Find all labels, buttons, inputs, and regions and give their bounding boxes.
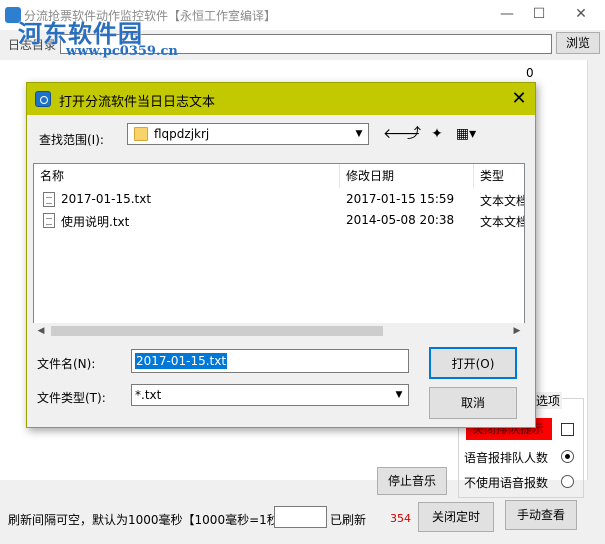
- radio-voice-queue[interactable]: [561, 450, 574, 463]
- text-file-icon: [43, 213, 55, 228]
- log-scrollbar[interactable]: [587, 60, 605, 480]
- dialog-app-icon: [35, 91, 51, 107]
- file-date: 2017-01-15 15:59: [346, 192, 455, 206]
- file-list-hscrollbar[interactable]: ◀ ▶: [33, 323, 525, 339]
- file-row[interactable]: 使用说明.txt 2014-05-08 20:38 文本文档: [34, 211, 525, 231]
- log-dir-input[interactable]: [60, 34, 552, 54]
- chevron-left-icon[interactable]: ◀: [33, 323, 49, 339]
- refresh-count: 354: [390, 512, 411, 525]
- main-window-title: 分流抢票软件动作监控软件【永恒工作室编译】: [24, 9, 277, 23]
- app-icon: [5, 7, 21, 23]
- view-menu-icon[interactable]: ▦▾: [451, 125, 481, 143]
- refresh-interval-label: 刷新间隔可空，默认为1000毫秒【1000毫秒=1秒】: [8, 513, 291, 527]
- file-list[interactable]: 名称 ⌃ 修改日期 类型 2017-01-15.txt 2017-01-15 1…: [33, 163, 525, 339]
- file-row[interactable]: 2017-01-15.txt 2017-01-15 15:59 文本文档: [34, 190, 525, 210]
- chevron-down-icon[interactable]: ▼: [352, 127, 366, 141]
- sort-ascending-icon: ⌃: [182, 163, 191, 171]
- text-file-icon: [43, 192, 55, 207]
- file-type: 文本文档: [480, 194, 525, 208]
- open-button[interactable]: 打开(O): [429, 347, 517, 379]
- browse-button[interactable]: 浏览: [556, 32, 600, 54]
- look-in-value: flqpdzjkrj: [154, 127, 210, 141]
- column-header-type[interactable]: 类型: [474, 164, 524, 188]
- radio-voice-queue-label: 语音报排队人数: [464, 451, 549, 465]
- refreshed-label: 已刷新: [330, 513, 367, 527]
- new-folder-icon[interactable]: ✦: [427, 125, 447, 143]
- file-date: 2014-05-08 20:38: [346, 213, 455, 227]
- radio-no-voice-label: 不使用语音报数: [464, 476, 549, 490]
- file-type: 文本文档: [480, 215, 525, 229]
- look-in-label: 查找范围(I):: [39, 133, 104, 147]
- maximize-icon[interactable]: ☐: [528, 4, 550, 24]
- log-count: 0: [526, 66, 534, 80]
- hscroll-thumb[interactable]: [51, 326, 383, 336]
- refresh-interval-input[interactable]: [274, 506, 327, 528]
- file-name-value: 2017-01-15.txt: [135, 353, 228, 369]
- dialog-close-icon[interactable]: ✕: [507, 87, 531, 111]
- radio-no-voice[interactable]: [561, 475, 574, 488]
- close-icon[interactable]: ✕: [570, 4, 592, 24]
- file-type-value: *.txt: [135, 388, 162, 402]
- stop-music-button[interactable]: 停止音乐: [377, 467, 447, 495]
- file-type-combobox[interactable]: *.txt ▼: [131, 384, 409, 406]
- close-timer-button[interactable]: 关闭定时: [418, 502, 494, 532]
- chevron-right-icon[interactable]: ▶: [509, 323, 525, 339]
- open-file-dialog: 打开分流软件当日日志文本 ✕ 查找范围(I): flqpdzjkrj ▼ 🡐 ⤴…: [26, 82, 536, 428]
- back-arrow-icon[interactable]: 🡐: [383, 125, 421, 143]
- column-header-date[interactable]: 修改日期: [340, 164, 474, 188]
- look-in-combobox[interactable]: flqpdzjkrj ▼: [127, 123, 369, 145]
- file-name: 2017-01-15.txt: [61, 192, 152, 206]
- options-group-title: 选项: [534, 392, 563, 409]
- queue-alert-checkbox[interactable]: [561, 423, 574, 436]
- up-folder-icon[interactable]: ⤴: [405, 125, 423, 143]
- minimize-icon[interactable]: —: [496, 4, 518, 24]
- folder-icon: [134, 127, 148, 141]
- file-name-label: 文件名(N):: [37, 357, 96, 371]
- file-type-label: 文件类型(T):: [37, 391, 106, 405]
- file-name-input[interactable]: 2017-01-15.txt: [131, 349, 409, 373]
- dialog-titlebar: 打开分流软件当日日志文本 ✕: [27, 83, 535, 115]
- file-name: 使用说明.txt: [61, 215, 130, 229]
- manual-view-button[interactable]: 手动查看: [505, 500, 577, 530]
- cancel-button[interactable]: 取消: [429, 387, 517, 419]
- chevron-down-icon[interactable]: ▼: [392, 388, 406, 402]
- dialog-title: 打开分流软件当日日志文本: [59, 95, 216, 110]
- log-dir-label: 日志目录: [8, 38, 57, 52]
- main-titlebar: 分流抢票软件动作监控软件【永恒工作室编译】 — ☐ ✕: [0, 0, 605, 30]
